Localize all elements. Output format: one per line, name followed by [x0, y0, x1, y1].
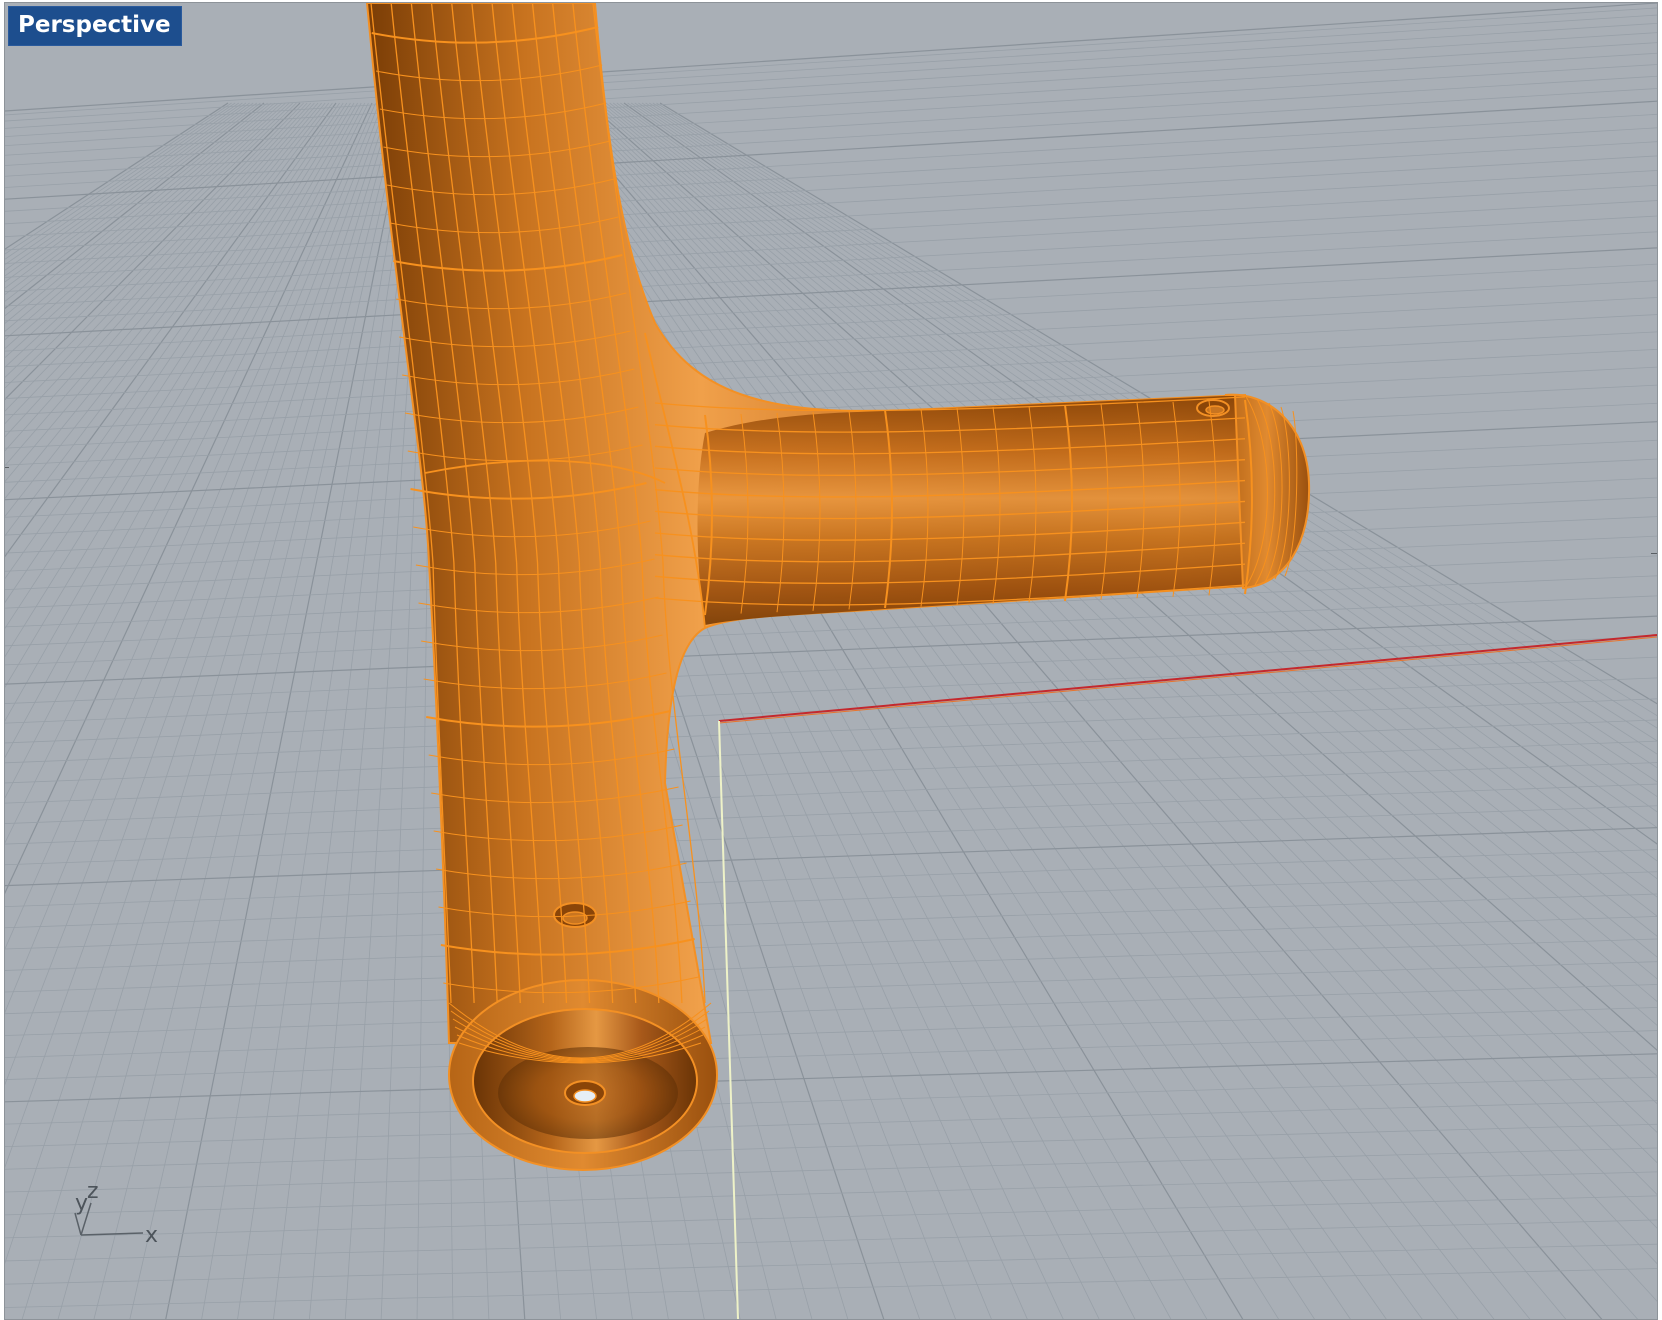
grid-line	[5, 102, 326, 499]
viewport-canvas[interactable]	[5, 3, 1657, 1319]
grid-line	[5, 280, 1657, 368]
grid-line	[5, 184, 1657, 278]
grid-line	[5, 75, 1657, 177]
grid-line	[612, 102, 1657, 898]
perspective-viewport[interactable]: Perspective z y x	[4, 2, 1658, 1320]
grid-line	[5, 615, 1657, 685]
grid-line	[5, 102, 376, 950]
grid-line	[5, 7, 1657, 116]
world-axis-gizmo: z y x	[65, 1173, 175, 1247]
grid-line	[5, 984, 1657, 1036]
axis-z-label: z	[87, 1179, 99, 1204]
grid-line	[5, 1100, 1657, 1148]
grid-line	[5, 32, 1657, 138]
y-axis-line	[718, 720, 739, 1319]
grid-line	[555, 102, 1638, 1319]
grid-line	[5, 102, 340, 580]
grid-line	[616, 102, 1657, 880]
viewport-edge-tick-right	[1651, 553, 1657, 554]
grid-line	[638, 102, 1657, 783]
grid-line	[5, 102, 297, 389]
grid-line	[551, 102, 1603, 1319]
grid-line	[5, 827, 1657, 887]
grid-line	[5, 102, 247, 277]
screw-hole-arm[interactable]	[1196, 399, 1230, 417]
grid-line	[605, 102, 1657, 937]
grid-line	[620, 102, 1657, 862]
grid-line	[587, 102, 1657, 1051]
grid-line	[5, 102, 265, 310]
grid-line	[5, 42, 1657, 147]
grid-line	[273, 102, 420, 1319]
grid-line	[558, 102, 1657, 1302]
grid-line	[634, 102, 1657, 798]
grid-line	[627, 102, 1657, 829]
grid-line	[5, 916, 1657, 971]
t-joint-tube-model[interactable]	[365, 3, 1311, 1171]
grid-line	[5, 102, 319, 467]
grid-line	[5, 893, 1657, 950]
grid-line	[5, 102, 272, 324]
grid-line	[5, 1053, 1657, 1103]
grid-line	[5, 938, 1657, 993]
grid-line	[576, 102, 1657, 1133]
grid-line	[5, 127, 1657, 225]
grid-line	[5, 849, 1657, 908]
grid-line	[5, 22, 1657, 129]
screw-hole-bottom[interactable]	[564, 1080, 606, 1106]
grid-line	[5, 961, 1657, 1015]
grid-line	[5, 1007, 1657, 1058]
grid-line	[562, 102, 1657, 1265]
grid-line	[5, 1123, 1657, 1170]
grid-line	[584, 102, 1657, 1077]
grid-line	[5, 698, 1657, 764]
grid-line	[5, 102, 279, 341]
grid-line	[598, 102, 1657, 980]
grid-line	[5, 1076, 1657, 1125]
grid-line	[5, 3, 1657, 112]
grid-line	[623, 102, 1657, 845]
grid-line	[5, 1243, 1657, 1285]
grid-line	[5, 102, 344, 604]
grid-line	[5, 102, 290, 368]
grid-line	[5, 14, 1657, 122]
grid-line	[5, 740, 1657, 804]
axis-x-label: x	[145, 1223, 159, 1248]
grid-line	[5, 52, 1657, 156]
grid-line	[5, 102, 380, 1014]
grid-line	[645, 102, 1657, 755]
grid-line	[544, 102, 1531, 1319]
viewport-edge-tick-left	[5, 467, 9, 468]
grid-line	[573, 102, 1657, 1164]
grid-line	[5, 102, 261, 302]
construction-grid	[5, 3, 1657, 1319]
viewport-title-tab[interactable]: Perspective	[8, 6, 182, 46]
x-axis-line-highlight	[718, 636, 1657, 724]
grid-line	[5, 331, 1657, 416]
grid-line	[594, 102, 1657, 1002]
axis-y-label: y	[75, 1191, 89, 1216]
grid-line	[21, 102, 394, 1319]
grid-line	[5, 102, 322, 483]
grid-line	[5, 102, 391, 1265]
grid-line	[5, 1171, 1657, 1216]
grid-line	[5, 102, 330, 517]
grid-line	[580, 102, 1657, 1105]
